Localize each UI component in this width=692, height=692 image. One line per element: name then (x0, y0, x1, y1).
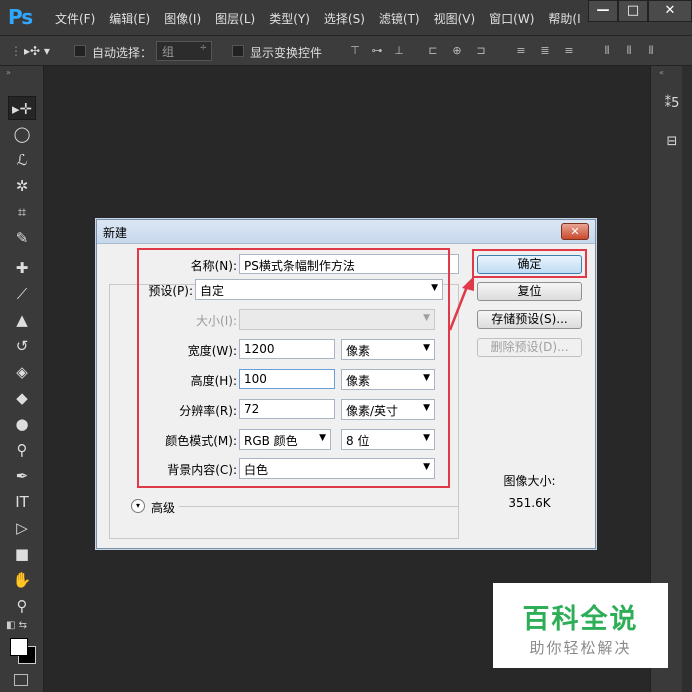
menu-layer[interactable]: 图层(L) (208, 10, 262, 27)
options-bar: ⋮ ▸✣ ▾ 自动选择： 组 ÷ 显示变换控件 ⊤ ⊶ ⊥ ⊏ ⊕ ⊐ ≡ ≣ … (0, 36, 692, 66)
dodge-tool-icon[interactable]: ⚲ (8, 438, 36, 462)
photoshop-logo: Ps (8, 5, 33, 29)
history-brush-tool-icon[interactable]: ↺ (8, 334, 36, 358)
advanced-label[interactable]: 高级 (151, 499, 175, 516)
pen-tool-icon[interactable]: ✒ (8, 464, 36, 488)
menu-bar: Ps 文件(F) 编辑(E) 图像(I) 图层(L) 类型(Y) 选择(S) 滤… (0, 0, 692, 36)
advanced-expand-icon[interactable]: ▾ (131, 499, 145, 513)
align-right-icon[interactable]: ⊐ (474, 44, 488, 58)
foreground-color-swatch[interactable] (10, 638, 28, 656)
menu-edit[interactable]: 编辑(E) (102, 10, 157, 27)
align-top-icon[interactable]: ⊤ (348, 44, 362, 58)
hand-tool-icon[interactable]: ✋ (8, 568, 36, 592)
brush-tool-icon[interactable]: ⟋ (8, 282, 36, 306)
menu-select[interactable]: 选择(S) (317, 10, 372, 27)
dialog-titlebar[interactable]: 新建 ✕ (97, 220, 595, 244)
zoom-tool-icon[interactable]: ⚲ (8, 594, 36, 618)
maximize-button[interactable]: □ (618, 0, 648, 22)
path-selection-tool-icon[interactable]: ▷ (8, 516, 36, 540)
paint-bucket-tool-icon[interactable]: ◆ (8, 386, 36, 410)
watermark-badge: 百科全说 助你轻松解决 (493, 583, 668, 668)
close-window-button[interactable]: ✕ (648, 0, 692, 22)
auto-select-dropdown[interactable]: 组 ÷ (156, 41, 212, 61)
advanced-divider (179, 506, 459, 507)
lasso-tool-icon[interactable]: ℒ (8, 148, 36, 172)
default-colors-icon[interactable]: ◧ ⇆ (6, 620, 27, 631)
blur-tool-icon[interactable]: ● (8, 412, 36, 436)
dialog-title: 新建 (103, 226, 128, 240)
auto-select-value: 组 (162, 45, 175, 59)
magic-wand-tool-icon[interactable]: ✲ (8, 174, 36, 198)
align-hcenter-icon[interactable]: ⊕ (450, 44, 464, 58)
delete-preset-button: 删除预设(D)... (477, 338, 582, 357)
distribute-hcenter-icon[interactable]: ⦀ (622, 44, 636, 58)
watermark-title: 百科全说 (522, 604, 639, 635)
distribute-bottom-icon[interactable]: ≡ (562, 44, 576, 58)
annotation-ok-box (472, 249, 587, 278)
move-tool-preset-icon[interactable]: ▸✣ ▾ (24, 44, 50, 58)
history-panel-icon[interactable]: ⁑5 (661, 94, 683, 114)
auto-select-label: 自动选择： (92, 46, 153, 60)
properties-panel-icon[interactable]: ⊟ (661, 132, 683, 152)
show-transform-label: 显示变换控件 (250, 46, 323, 60)
distribute-left-icon[interactable]: ⦀ (600, 44, 614, 58)
healing-brush-tool-icon[interactable]: ✚ (8, 256, 36, 280)
reset-button[interactable]: 复位 (477, 282, 582, 301)
type-tool-icon[interactable]: IT (8, 490, 36, 514)
watermark-subtitle: 助你轻松解决 (529, 639, 632, 657)
image-size-value: 351.6K (508, 496, 551, 510)
auto-select-checkbox[interactable] (74, 45, 86, 57)
image-size-label: 图像大小: (503, 474, 556, 488)
menu-file[interactable]: 文件(F) (48, 10, 102, 27)
move-tool-icon[interactable]: ▸✛ (8, 96, 36, 120)
crop-tool-icon[interactable]: ⌗ (8, 200, 36, 224)
collapse-dock-icon[interactable]: « (659, 68, 664, 77)
tools-panel: » ▸✛ ◯ ℒ ✲ ⌗ ✎ ✚ ⟋ ▲ ↺ ◈ ◆ ● ⚲ ✒ IT ▷ ■ … (0, 66, 44, 692)
rectangle-tool-icon[interactable]: ■ (8, 542, 36, 566)
minimize-button[interactable]: — (588, 0, 618, 22)
align-left-icon[interactable]: ⊏ (426, 44, 440, 58)
distribute-right-icon[interactable]: ⦀ (644, 44, 658, 58)
clone-stamp-tool-icon[interactable]: ▲ (8, 308, 36, 332)
distribute-top-icon[interactable]: ≡ (514, 44, 528, 58)
distribute-vcenter-icon[interactable]: ≣ (538, 44, 552, 58)
dock-edge (682, 66, 692, 692)
dialog-close-button[interactable]: ✕ (561, 223, 589, 240)
eraser-tool-icon[interactable]: ◈ (8, 360, 36, 384)
menu-help[interactable]: 帮助(I (541, 10, 587, 27)
quick-mask-icon[interactable] (14, 674, 28, 686)
menu-image[interactable]: 图像(I) (157, 10, 208, 27)
marquee-tool-icon[interactable]: ◯ (8, 122, 36, 146)
show-transform-checkbox[interactable] (232, 45, 244, 57)
menu-filter[interactable]: 滤镜(T) (372, 10, 427, 27)
collapse-toolbar-icon[interactable]: » (6, 68, 11, 77)
annotation-settings-box (137, 248, 450, 488)
eyedropper-tool-icon[interactable]: ✎ (8, 226, 36, 250)
save-preset-button[interactable]: 存储预设(S)... (477, 310, 582, 329)
menu-type[interactable]: 类型(Y) (262, 10, 317, 27)
menu-view[interactable]: 视图(V) (427, 10, 483, 27)
options-grip-icon: ⋮ (10, 44, 22, 58)
align-vcenter-icon[interactable]: ⊶ (370, 44, 384, 58)
new-document-dialog: 新建 ✕ 名称(N): PS横式条幅制作方法 预设(P): 自定 ▼ 大小(I)… (96, 219, 596, 549)
updown-icon: ÷ (199, 43, 207, 53)
align-bottom-icon[interactable]: ⊥ (392, 44, 406, 58)
menu-items: 文件(F) 编辑(E) 图像(I) 图层(L) 类型(Y) 选择(S) 滤镜(T… (48, 10, 588, 27)
menu-window[interactable]: 窗口(W) (482, 10, 541, 27)
